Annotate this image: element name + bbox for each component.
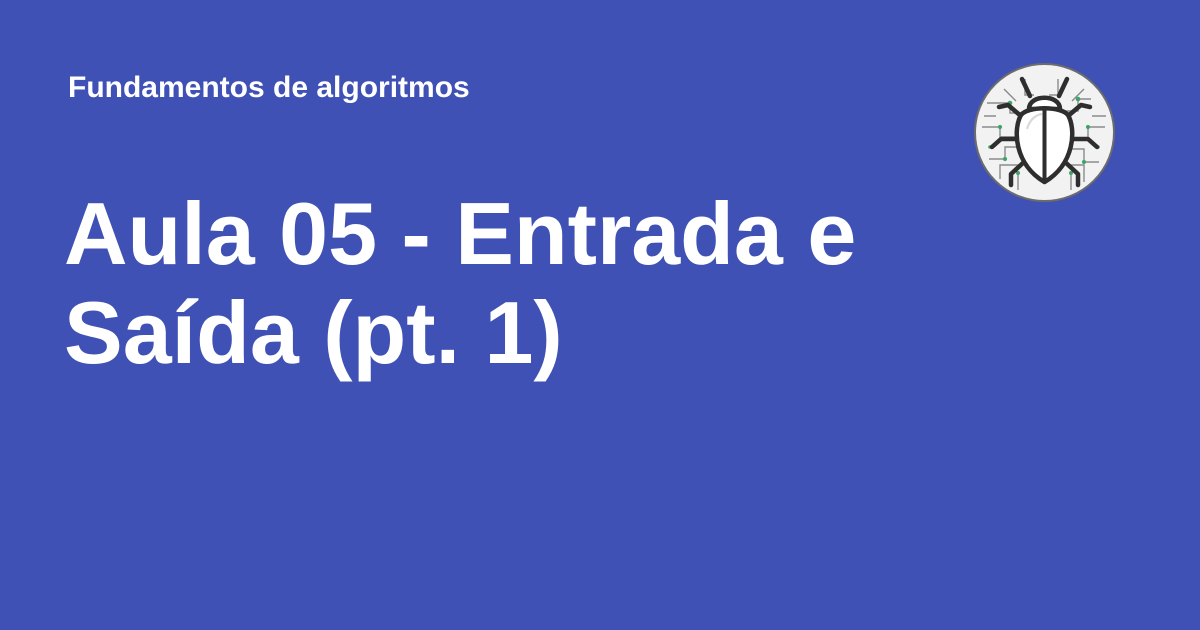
lesson-title-line-2: Saída (pt. 1) — [64, 283, 563, 382]
bug-logo — [972, 61, 1117, 204]
lesson-title: Aula 05 - Entrada e Saída (pt. 1) — [64, 184, 924, 382]
lesson-title-line-1: Aula 05 - Entrada e — [64, 184, 857, 283]
course-kicker: Fundamentos de algoritmos — [68, 71, 470, 104]
bug-icon — [974, 63, 1115, 202]
social-card: Fundamentos de algoritmos Aula 05 - Entr… — [0, 0, 1200, 630]
